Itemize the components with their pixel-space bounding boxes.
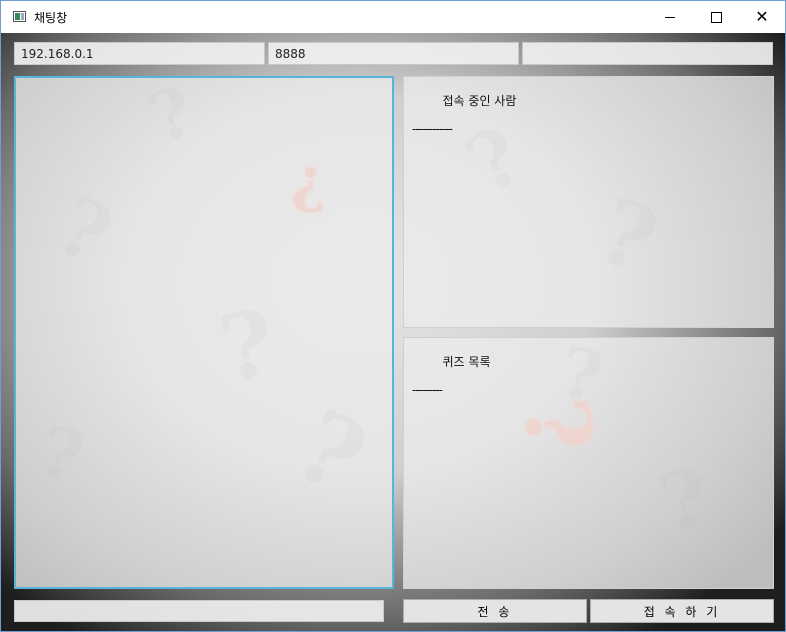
port-input[interactable] [268, 42, 519, 65]
nickname-input[interactable] [522, 42, 773, 65]
window-title: 채팅창 [34, 11, 68, 25]
quiz-list[interactable]: 퀴즈 목록 --------- [403, 337, 774, 589]
connected-users-list[interactable]: 접속 중인 사람 ------------ [403, 76, 774, 328]
users-list-header: 접속 중인 사람 [442, 94, 517, 108]
send-button[interactable]: 전 송 [403, 599, 587, 623]
ip-address-input[interactable] [14, 42, 265, 65]
close-icon: ✕ [755, 7, 769, 26]
app-icon [13, 11, 26, 22]
message-input[interactable] [14, 600, 384, 622]
close-button[interactable]: ✕ [739, 1, 785, 33]
chat-window: 채팅창 ✕ ? ? ? ? ? ? ? ? ? ? ? 접속 중인 사람 [0, 0, 786, 632]
title-bar[interactable]: 채팅창 ✕ [1, 1, 785, 33]
quiz-list-header: 퀴즈 목록 [442, 355, 491, 369]
connect-button[interactable]: 접 속 하 기 [590, 599, 774, 623]
quiz-list-content: 퀴즈 목록 --------- [412, 341, 491, 425]
minimize-button[interactable] [647, 1, 693, 33]
quiz-list-separator: --------- [412, 383, 443, 397]
users-list-separator: ------------ [412, 122, 453, 136]
chat-log-area[interactable] [14, 76, 394, 589]
client-area: ? ? ? ? ? ? ? ? ? ? ? 접속 중인 사람 ---------… [1, 33, 785, 631]
maximize-button[interactable] [693, 1, 739, 33]
users-list-content: 접속 중인 사람 ------------ [412, 80, 516, 164]
maximize-icon [710, 11, 722, 23]
minimize-icon [665, 16, 675, 18]
